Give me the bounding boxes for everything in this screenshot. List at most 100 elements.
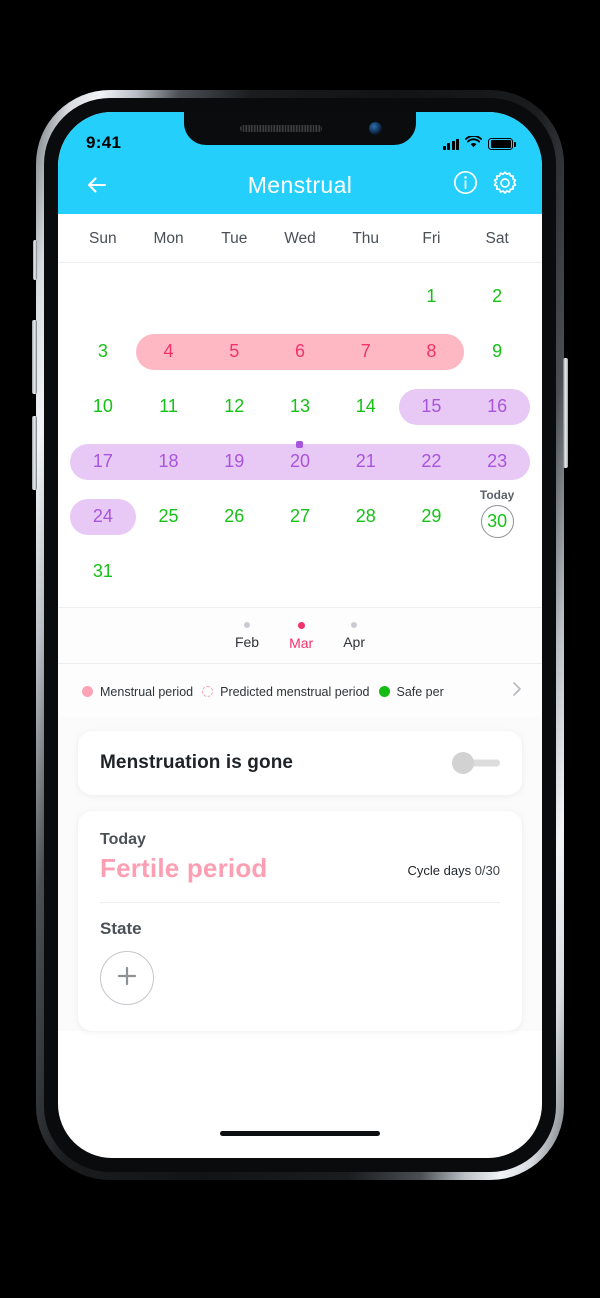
calendar-row: 10 11 12 13 14 15 16 bbox=[70, 379, 530, 434]
calendar-day-cell[interactable]: 7 bbox=[333, 324, 399, 379]
calendar-day-cell[interactable]: 22 bbox=[399, 434, 465, 489]
calendar-day-cell[interactable]: 24 bbox=[70, 489, 136, 544]
month-name: Apr bbox=[343, 634, 366, 650]
calendar-day-cell[interactable]: 17 bbox=[70, 434, 136, 489]
calendar-day-cell[interactable]: 11 bbox=[136, 379, 202, 434]
calendar-day-cell[interactable]: 6 bbox=[267, 324, 333, 379]
weekday-tue: Tue bbox=[221, 230, 248, 247]
weekday-sun: Sun bbox=[89, 230, 117, 247]
calendar-day-number: 13 bbox=[289, 396, 310, 416]
calendar-day-cell[interactable]: 16 bbox=[464, 379, 530, 434]
calendar-day-cell[interactable]: 21 bbox=[333, 434, 399, 489]
calendar-row: 31 bbox=[70, 544, 530, 599]
month-dot bbox=[244, 622, 251, 628]
calendar-day-cell[interactable]: 14 bbox=[333, 379, 399, 434]
month-item-mar[interactable]: Mar bbox=[289, 622, 313, 651]
calendar-day-cell[interactable]: 12 bbox=[201, 379, 267, 434]
power-button[interactable] bbox=[563, 358, 568, 468]
calendar-day-cell[interactable]: 26 bbox=[201, 489, 267, 544]
calendar-day-cell[interactable]: 25 bbox=[136, 489, 202, 544]
calendar-day-cell[interactable]: 2 bbox=[464, 269, 530, 324]
calendar-day-number: 24 bbox=[92, 506, 113, 526]
calendar-day-number: 3 bbox=[97, 341, 108, 361]
month-dot bbox=[351, 622, 358, 628]
calendar-row: 24 25 26 27 28 29 Today 30 bbox=[70, 488, 530, 544]
calendar-day-number: 10 bbox=[92, 396, 113, 416]
calendar-day-cell[interactable]: 5 bbox=[201, 324, 267, 379]
calendar-row: 3 4 5 6 7 8 9 bbox=[70, 324, 530, 379]
calendar-day-cell[interactable]: 9 bbox=[464, 324, 530, 379]
calendar-day-number: 25 bbox=[158, 506, 179, 526]
calendar-day-cell[interactable]: 15 bbox=[399, 379, 465, 434]
calendar-cell-empty bbox=[267, 269, 333, 324]
legend-item: Safe per bbox=[378, 685, 444, 699]
calendar-day-number: 22 bbox=[421, 451, 442, 471]
legend-items: Menstrual period Predicted menstrual peri… bbox=[82, 685, 444, 699]
month-item-feb[interactable]: Feb bbox=[235, 622, 259, 650]
calendar-day-cell[interactable]: Today 30 bbox=[464, 488, 530, 544]
calendar-day-cell[interactable]: 19 bbox=[201, 434, 267, 489]
calendar-day-cell[interactable]: 27 bbox=[267, 489, 333, 544]
info-icon[interactable] bbox=[453, 170, 478, 200]
month-name: Feb bbox=[234, 634, 260, 650]
calendar-cell-empty bbox=[267, 544, 333, 599]
calendar-day-number: 6 bbox=[294, 341, 305, 361]
today-ring: 30 bbox=[480, 504, 514, 538]
calendar-cell-empty bbox=[399, 544, 465, 599]
dot-dashed-pink-icon bbox=[202, 686, 214, 697]
calendar-cell-empty bbox=[333, 544, 399, 599]
volume-up-button[interactable] bbox=[32, 320, 37, 394]
calendar-day-number: 19 bbox=[224, 451, 245, 471]
add-state-button[interactable] bbox=[100, 951, 154, 1005]
weekday-mon: Mon bbox=[153, 230, 184, 247]
calendar-day-number: 16 bbox=[487, 396, 508, 416]
month-item-apr[interactable]: Apr bbox=[343, 622, 365, 650]
plus-icon bbox=[114, 963, 140, 994]
volume-down-button[interactable] bbox=[32, 416, 37, 490]
calendar-day-cell[interactable]: 4 bbox=[136, 324, 202, 379]
home-indicator[interactable] bbox=[220, 1131, 380, 1136]
calendar-day-cell[interactable]: 10 bbox=[70, 379, 136, 434]
mute-switch-button[interactable] bbox=[33, 240, 37, 280]
cycle-days-label: Cycle days bbox=[407, 863, 472, 878]
weekday-thu: Thu bbox=[352, 230, 380, 247]
gear-icon[interactable] bbox=[492, 170, 518, 201]
state-label: State bbox=[100, 919, 142, 938]
calendar-day-number: 23 bbox=[487, 451, 508, 471]
calendar-day-cell[interactable]: 28 bbox=[333, 489, 399, 544]
today-label: Today bbox=[100, 831, 146, 848]
legend: Menstrual period Predicted menstrual peri… bbox=[58, 664, 542, 717]
calendar-day-cell[interactable]: 13 bbox=[267, 379, 333, 434]
calendar-day-cell[interactable]: 29 bbox=[399, 489, 465, 544]
back-arrow-icon[interactable] bbox=[82, 170, 112, 200]
content-area: Menstruation is gone Today Fertile perio… bbox=[58, 717, 542, 1031]
cycle-phase-block: Today Fertile period bbox=[100, 831, 268, 884]
legend-label: Menstrual period bbox=[100, 684, 194, 699]
calendar-day-number: 5 bbox=[229, 341, 240, 361]
calendar-day-cell[interactable]: 8 bbox=[399, 324, 465, 379]
cycle-days: Cycle days 0/30 bbox=[407, 863, 500, 884]
calendar-day-number: 30 bbox=[487, 510, 508, 531]
menstruation-gone-toggle[interactable] bbox=[452, 752, 500, 774]
today-badge-label: Today bbox=[479, 488, 515, 502]
legend-item: Menstrual period bbox=[82, 685, 193, 699]
calendar-day-number: 9 bbox=[492, 341, 503, 361]
calendar-day-cell[interactable]: 23 bbox=[464, 434, 530, 489]
calendar-day-number: 18 bbox=[158, 451, 179, 471]
calendar-day-cell[interactable]: 18 bbox=[136, 434, 202, 489]
speaker-grille bbox=[240, 125, 322, 132]
month-dot bbox=[297, 622, 305, 629]
calendar-day-number: 26 bbox=[224, 506, 245, 526]
calendar-day-number: 29 bbox=[421, 506, 442, 526]
calendar-day-number: 31 bbox=[92, 561, 113, 581]
calendar-day-number: 1 bbox=[426, 286, 437, 306]
phone-bezel: 9:41 Menstrual Sun Mon Tue Wed Thu Fri S… bbox=[44, 98, 556, 1172]
calendar-day-cell[interactable]: 31 bbox=[70, 544, 136, 599]
weekday-sat: Sat bbox=[485, 230, 509, 247]
calendar-day-cell[interactable]: 3 bbox=[70, 324, 136, 379]
calendar-day-cell[interactable]: 20 bbox=[267, 434, 333, 489]
calendar-day-cell[interactable]: 1 bbox=[399, 269, 465, 324]
chevron-right-icon[interactable] bbox=[510, 680, 524, 703]
calendar-day-number: 2 bbox=[492, 286, 503, 306]
weekday-wed: Wed bbox=[284, 230, 316, 247]
